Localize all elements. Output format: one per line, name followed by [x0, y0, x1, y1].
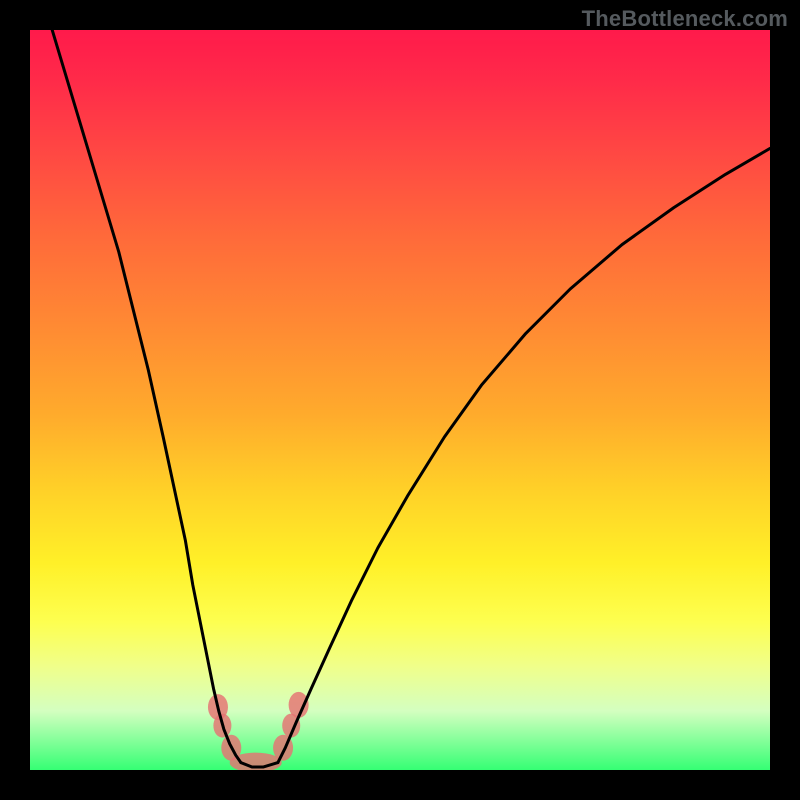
- watermark-text: TheBottleneck.com: [582, 6, 788, 32]
- curve-right: [278, 148, 770, 762]
- curve-left: [52, 30, 241, 763]
- chart-frame: TheBottleneck.com: [0, 0, 800, 800]
- curve-layer: [30, 30, 770, 770]
- plot-area: [30, 30, 770, 770]
